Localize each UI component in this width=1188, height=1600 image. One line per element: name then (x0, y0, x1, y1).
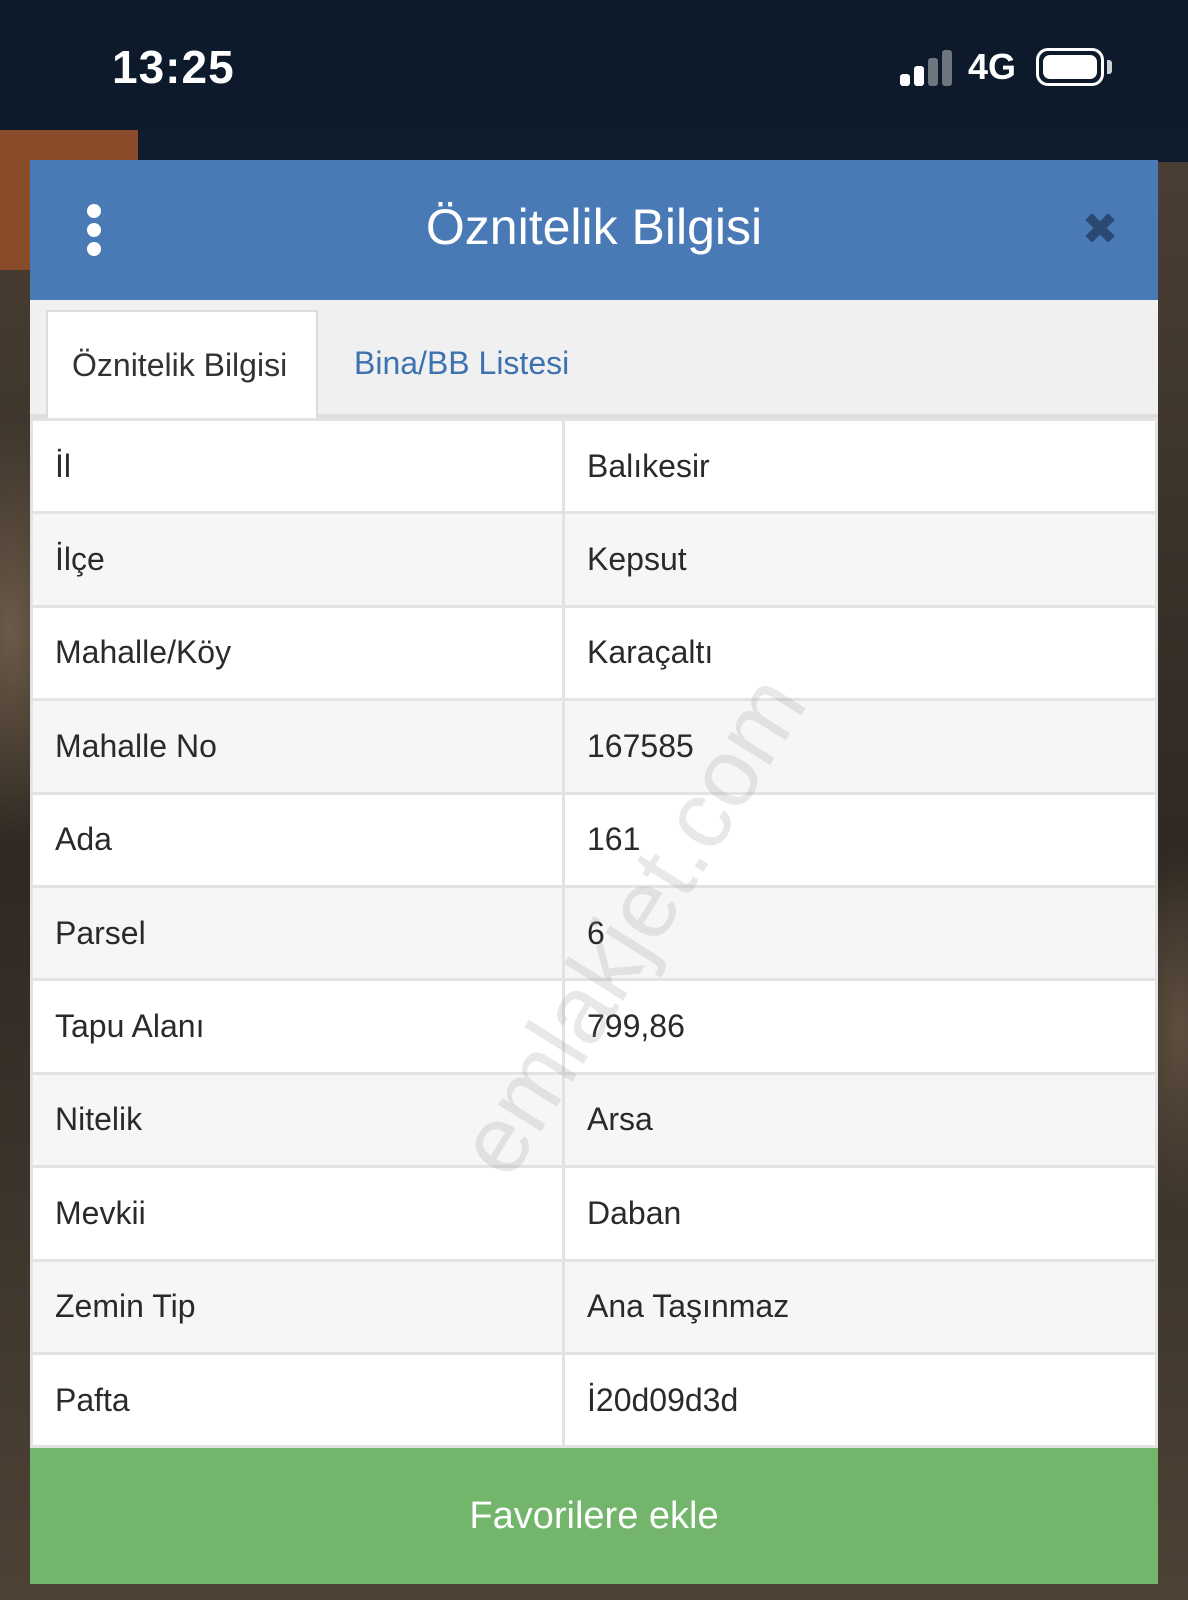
attribute-label: Mevkii (30, 1165, 565, 1262)
table-row: İl Balıkesir (30, 417, 1158, 515)
attribute-value: Ana Taşınmaz (562, 1258, 1158, 1355)
status-bar: 13:25 4G (0, 0, 1188, 130)
table-row: Mahalle No 167585 (30, 698, 1158, 795)
attribute-value: İ20d09d3d (562, 1351, 1158, 1449)
attribute-label: Ada (30, 791, 565, 888)
attribute-label: Parsel (30, 884, 565, 982)
dialog-title: Öznitelik Bilgisi (425, 199, 763, 255)
attribute-dialog: Öznitelik Bilgisi ✖ Öznitelik Bilgisi Bi… (30, 160, 1158, 1584)
attribute-value: Balıkesir (562, 417, 1158, 515)
map-toolbar-band (138, 130, 1188, 162)
attribute-value: Kepsut (562, 511, 1158, 608)
attribute-label: Pafta (30, 1351, 565, 1449)
attribute-value: Daban (562, 1165, 1158, 1262)
cellular-signal-icon (900, 50, 956, 86)
battery-tip (1107, 60, 1112, 74)
attribute-value: Karaçaltı (562, 604, 1158, 702)
tab-bina-bb-listesi[interactable]: Bina/BB Listesi (330, 310, 593, 418)
table-row: Zemin Tip Ana Taşınmaz (30, 1258, 1158, 1355)
table-row: Mevkii Daban (30, 1165, 1158, 1262)
table-row: Mahalle/Köy Karaçaltı (30, 604, 1158, 702)
attribute-label: Zemin Tip (30, 1258, 565, 1355)
add-to-favorites-button[interactable]: Favorilere ekle (30, 1448, 1158, 1584)
attribute-value: Arsa (562, 1071, 1158, 1169)
table-row: İlçe Kepsut (30, 511, 1158, 608)
battery-icon (1036, 48, 1104, 86)
attribute-label: Mahalle/Köy (30, 604, 565, 702)
close-icon[interactable]: ✖ (1080, 208, 1120, 252)
dialog-header: Öznitelik Bilgisi ✖ (30, 160, 1158, 300)
tab-oznitelik-bilgisi[interactable]: Öznitelik Bilgisi (46, 310, 318, 418)
status-time: 13:25 (112, 41, 235, 93)
attribute-label: İl (30, 417, 565, 515)
table-row: Pafta İ20d09d3d (30, 1351, 1158, 1449)
attribute-value: 167585 (562, 698, 1158, 795)
network-type: 4G (968, 46, 1017, 87)
attribute-label: Mahalle No (30, 698, 565, 795)
attribute-label: İlçe (30, 511, 565, 608)
table-row: Ada 161 (30, 791, 1158, 888)
tab-bar: Öznitelik Bilgisi Bina/BB Listesi (30, 300, 1158, 418)
